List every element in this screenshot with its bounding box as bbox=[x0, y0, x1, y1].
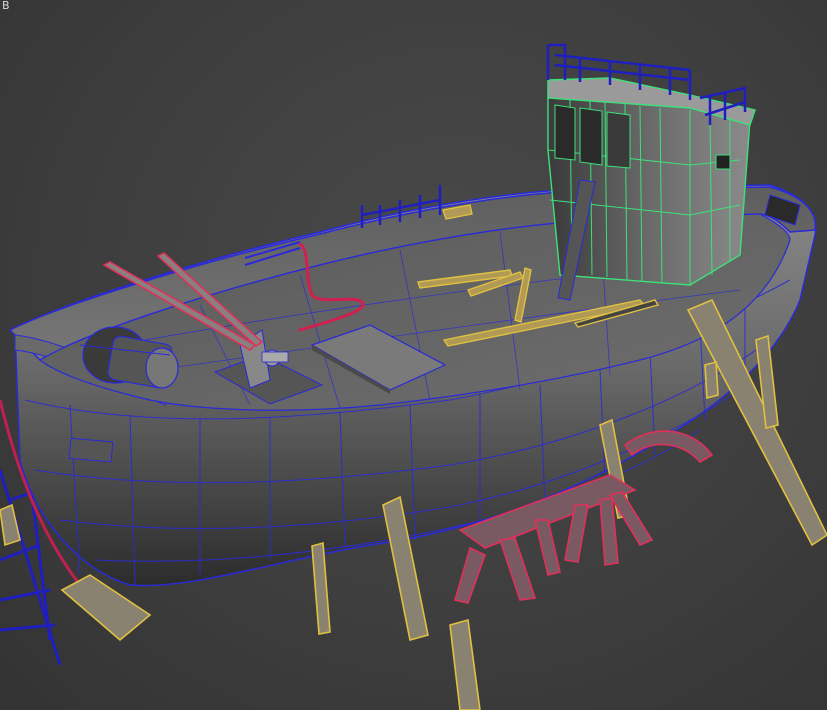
scene-render[interactable] bbox=[0, 0, 827, 710]
3d-viewport[interactable]: B bbox=[0, 0, 827, 710]
